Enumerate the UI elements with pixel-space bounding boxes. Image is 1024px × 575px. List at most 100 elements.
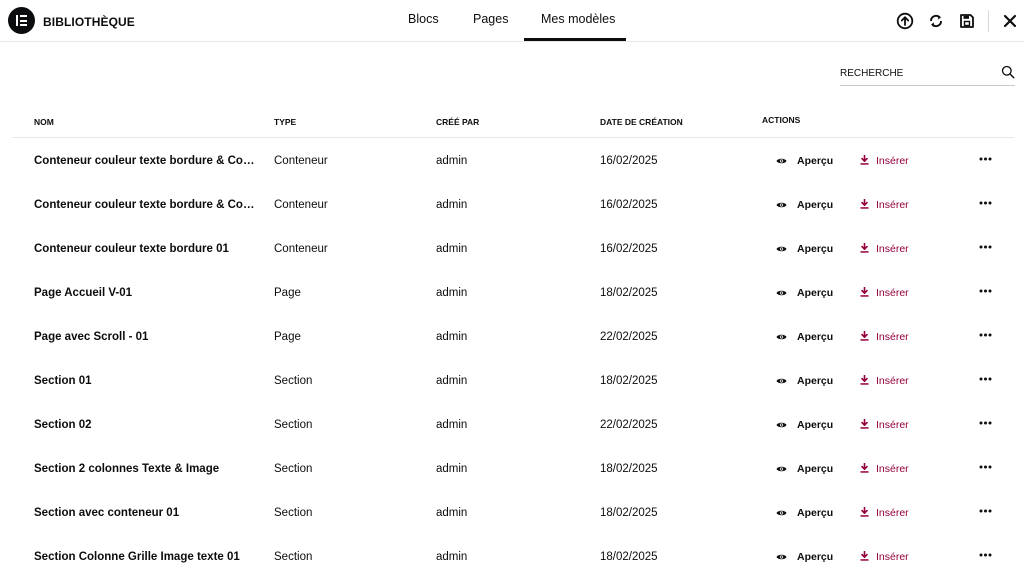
tab-blocs[interactable]: Blocs <box>408 12 439 26</box>
insert-label: Insérer <box>876 551 909 563</box>
insert-label: Insérer <box>876 375 909 387</box>
template-name: Section avec conteneur 01 <box>34 507 180 519</box>
active-tab-indicator <box>524 38 626 41</box>
column-header-author[interactable]: CRÉÉ PAR <box>436 117 479 127</box>
preview-button[interactable]: Aperçu <box>776 417 833 433</box>
preview-label: Aperçu <box>797 287 834 299</box>
column-header-date[interactable]: DATE DE CRÉATION <box>600 117 683 127</box>
column-header-name[interactable]: NOM <box>34 117 54 127</box>
template-date: 18/02/2025 <box>600 551 658 563</box>
more-options-icon[interactable] <box>975 371 995 387</box>
table-row: Section 2 colonnes Texte & Image Section a… <box>12 447 1014 491</box>
preview-button[interactable]: Aperçu <box>776 241 833 257</box>
insert-label: Insérer <box>876 287 909 299</box>
template-date: 18/02/2025 <box>600 463 658 475</box>
eye-icon <box>776 284 787 302</box>
table-row: Page avec Scroll - 01 Page admin 22/02/2025… <box>12 315 1014 359</box>
preview-button[interactable]: Aperçu <box>776 549 833 565</box>
insert-button[interactable]: Insérer <box>860 505 909 521</box>
insert-label: Insérer <box>876 463 909 475</box>
template-author: admin <box>436 199 468 211</box>
template-name: Section 01 <box>34 375 92 387</box>
close-icon[interactable] <box>999 10 1021 32</box>
insert-label: Insérer <box>876 155 909 167</box>
table-row: Conteneur couleur texte bordure 01 Conten… <box>12 227 1014 271</box>
preview-button[interactable]: Aperçu <box>776 505 833 521</box>
insert-label: Insérer <box>876 331 909 343</box>
insert-button[interactable]: Insérer <box>860 461 909 477</box>
template-author: admin <box>436 287 468 299</box>
preview-button[interactable]: Aperçu <box>776 329 833 345</box>
tab-mes-modeles[interactable]: Mes modèles <box>541 12 615 26</box>
template-name: Page avec Scroll - 01 <box>34 331 149 343</box>
template-type: Conteneur <box>274 243 328 255</box>
download-icon <box>860 372 869 390</box>
preview-label: Aperçu <box>797 375 834 387</box>
preview-button[interactable]: Aperçu <box>776 285 833 301</box>
template-type: Conteneur <box>274 199 328 211</box>
template-type: Section <box>274 419 313 431</box>
more-options-icon[interactable] <box>975 415 995 431</box>
table-row: Page Accueil V-01 Page admin 18/02/2025 Aper… <box>12 271 1014 315</box>
upload-icon[interactable] <box>894 10 916 32</box>
insert-button[interactable]: Insérer <box>860 329 909 345</box>
more-options-icon[interactable] <box>975 239 995 255</box>
eye-icon <box>776 460 787 478</box>
template-author: admin <box>436 463 468 475</box>
insert-button[interactable]: Insérer <box>860 417 909 433</box>
search-input[interactable] <box>840 64 990 82</box>
template-date: 22/02/2025 <box>600 419 658 431</box>
insert-button[interactable]: Insérer <box>860 285 909 301</box>
preview-button[interactable]: Aperçu <box>776 153 833 169</box>
download-icon <box>860 196 869 214</box>
preview-label: Aperçu <box>797 243 834 255</box>
insert-button[interactable]: Insérer <box>860 241 909 257</box>
table-row: Conteneur couleur texte bordure & Conten… <box>12 139 1014 183</box>
insert-button[interactable]: Insérer <box>860 153 909 169</box>
preview-label: Aperçu <box>797 155 834 167</box>
preview-button[interactable]: Aperçu <box>776 197 833 213</box>
more-options-icon[interactable] <box>975 151 995 167</box>
template-date: 22/02/2025 <box>600 331 658 343</box>
more-options-icon[interactable] <box>975 459 995 475</box>
download-icon <box>860 240 869 258</box>
eye-icon <box>776 372 787 390</box>
search-icon[interactable] <box>1001 65 1015 79</box>
save-icon[interactable] <box>956 10 978 32</box>
preview-label: Aperçu <box>797 331 834 343</box>
preview-label: Aperçu <box>797 199 834 211</box>
preview-label: Aperçu <box>797 507 834 519</box>
insert-button[interactable]: Insérer <box>860 373 909 389</box>
insert-button[interactable]: Insérer <box>860 549 909 565</box>
template-name: Conteneur couleur texte bordure 01 <box>34 243 229 255</box>
more-options-icon[interactable] <box>975 503 995 519</box>
template-type: Page <box>274 331 301 343</box>
more-options-icon[interactable] <box>975 283 995 299</box>
download-icon <box>860 416 869 434</box>
sync-icon[interactable] <box>925 10 947 32</box>
template-date: 16/02/2025 <box>600 199 658 211</box>
template-type: Page <box>274 287 301 299</box>
insert-button[interactable]: Insérer <box>860 197 909 213</box>
more-options-icon[interactable] <box>975 195 995 211</box>
eye-icon <box>776 548 787 566</box>
elementor-logo-icon <box>8 7 35 34</box>
preview-button[interactable]: Aperçu <box>776 373 833 389</box>
tab-pages[interactable]: Pages <box>473 12 508 26</box>
template-author: admin <box>436 551 468 563</box>
template-date: 18/02/2025 <box>600 287 658 299</box>
preview-button[interactable]: Aperçu <box>776 461 833 477</box>
table-row: Section avec conteneur 01 Section admin 18/… <box>12 491 1014 535</box>
template-author: admin <box>436 331 468 343</box>
template-name: Section Colonne Grille Image texte 01 <box>34 551 240 563</box>
insert-label: Insérer <box>876 199 909 211</box>
download-icon <box>860 284 869 302</box>
template-date: 18/02/2025 <box>600 507 658 519</box>
more-options-icon[interactable] <box>975 547 995 563</box>
template-name: Conteneur couleur texte bordure & Conten… <box>34 155 256 167</box>
library-header: BIBLIOTHÈQUE Blocs Pages Mes modèles <box>0 0 1024 42</box>
template-date: 16/02/2025 <box>600 243 658 255</box>
more-options-icon[interactable] <box>975 327 995 343</box>
template-name: Section 2 colonnes Texte & Image <box>34 463 220 475</box>
column-header-type[interactable]: TYPE <box>274 117 296 127</box>
